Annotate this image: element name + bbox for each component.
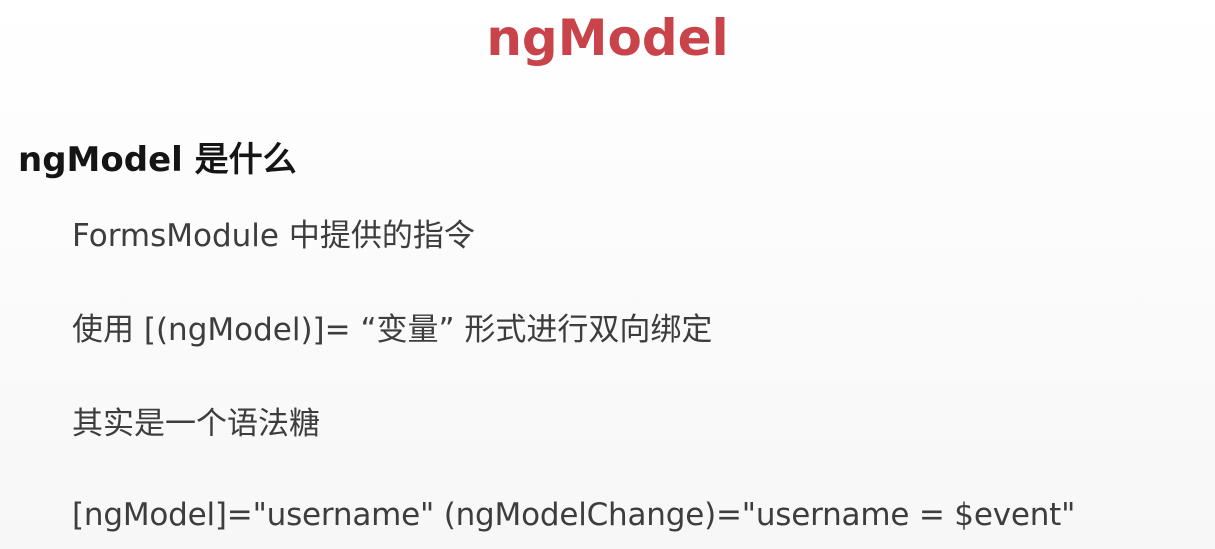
slide: ngModel ngModel 是什么 FormsModule 中提供的指令 使… (0, 0, 1215, 549)
code-example-line: [ngModel]="username" (ngModelChange)="us… (72, 497, 1076, 533)
section-heading: ngModel 是什么 (18, 140, 297, 180)
slide-title: ngModel (486, 9, 729, 67)
bullet-item: 其实是一个语法糖 (72, 406, 320, 442)
bullet-item: 使用 [(ngModel)]= “变量” 形式进行双向绑定 (72, 312, 713, 348)
bullet-item: FormsModule 中提供的指令 (72, 218, 475, 254)
